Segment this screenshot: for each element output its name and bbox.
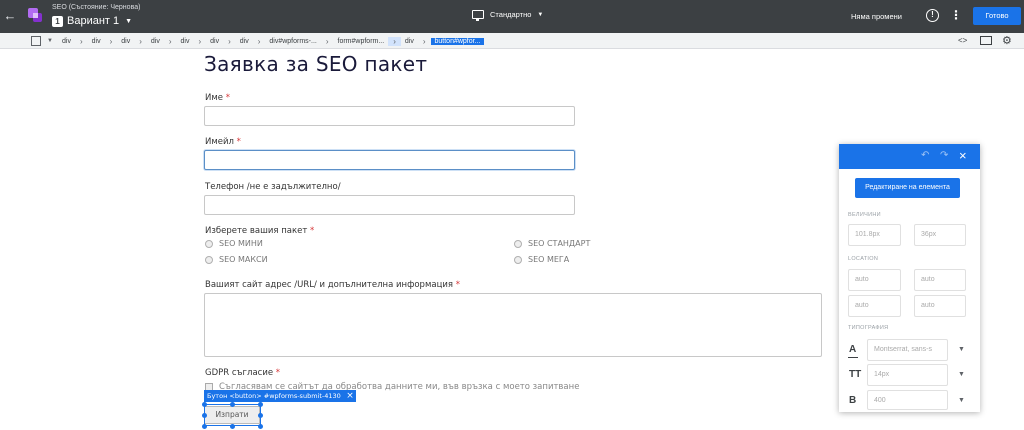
select-element-icon[interactable] — [31, 36, 41, 46]
radio-seo-maxi[interactable]: SEO МАКСИ — [205, 255, 268, 264]
chevron-right-icon: › — [109, 36, 113, 46]
name-label: Име * — [205, 93, 230, 103]
monitor-icon — [472, 10, 484, 21]
breadcrumb-item[interactable]: form#wpform... — [334, 38, 389, 45]
element-breadcrumb-bar: ▼ div › div › div › div › div › div › di… — [0, 33, 1024, 49]
site-info-textarea[interactable] — [204, 293, 822, 357]
site-info-label: Вашият сайт адрес /URL/ и допълнителна и… — [205, 280, 460, 290]
chevron-right-icon: › — [388, 36, 401, 46]
variant-number-badge: 1 — [52, 15, 63, 27]
gdpr-label: GDPR съгласие * — [205, 368, 281, 378]
size-section-title: ВЕЛИЧИНИ — [848, 212, 881, 218]
chevron-right-icon: › — [79, 36, 83, 46]
edit-element-button[interactable]: Редактиране на елемента — [855, 178, 960, 198]
resize-handle[interactable] — [230, 402, 235, 407]
resize-handle[interactable] — [202, 402, 207, 407]
caret-down-icon[interactable]: ▼ — [958, 368, 965, 382]
resize-handle[interactable] — [258, 424, 263, 429]
typography-section-title: ТИПОГРАФИЯ — [848, 325, 889, 331]
element-editor-panel: ↶ ↷ × Редактиране на елемента ВЕЛИЧИНИ 1… — [839, 144, 980, 412]
device-label: Стандартно — [490, 10, 532, 19]
package-label: Изберете вашия пакет * — [205, 226, 315, 236]
done-button[interactable]: Готово — [973, 7, 1021, 25]
width-field[interactable]: 101.8px — [848, 224, 901, 246]
chevron-right-icon: › — [325, 36, 329, 46]
chevron-right-icon: › — [198, 36, 202, 46]
font-size-icon: T​T — [849, 369, 862, 380]
variant-selector[interactable]: 1 Вариант 1 ▼ — [52, 14, 132, 28]
height-field[interactable]: 36px — [914, 224, 966, 246]
breadcrumb-item[interactable]: div — [401, 38, 418, 45]
radio-seo-mega[interactable]: SEO МЕГА — [514, 255, 569, 264]
chevron-right-icon: › — [228, 36, 231, 46]
code-icon[interactable]: <> — [958, 35, 967, 47]
resize-handle[interactable] — [202, 424, 207, 429]
redo-icon[interactable]: ↷ — [940, 150, 948, 162]
location-left-field[interactable]: auto — [914, 295, 966, 317]
caret-down-icon[interactable]: ▼ — [47, 35, 53, 47]
radio-circle — [514, 255, 522, 264]
location-bottom-field[interactable]: auto — [848, 295, 901, 317]
resize-handle[interactable] — [258, 402, 263, 407]
font-family-icon: A — [849, 344, 857, 355]
location-top-field[interactable]: auto — [848, 269, 901, 291]
breadcrumb-item[interactable]: div — [58, 38, 75, 45]
location-section-title: LOCATION — [848, 256, 879, 262]
email-label: Имейл * — [205, 137, 241, 147]
font-weight-icon: B — [849, 395, 857, 406]
panel-header: ↶ ↷ × — [839, 144, 980, 169]
gear-icon[interactable]: ⚙ — [1002, 34, 1012, 48]
radio-seo-standard[interactable]: SEO СТАНДАРТ — [514, 239, 590, 248]
location-right-field[interactable]: auto — [914, 269, 966, 291]
device-selector[interactable]: Стандартно ▼ — [472, 10, 544, 21]
optimize-logo-icon — [28, 8, 42, 22]
font-weight-select[interactable]: 400 — [867, 390, 948, 410]
breadcrumb-item[interactable]: div — [236, 38, 253, 45]
chevron-right-icon: › — [168, 36, 172, 46]
caret-down-icon[interactable]: ▼ — [958, 343, 965, 357]
phone-label: Телефон /не е задължително/ — [205, 182, 341, 192]
underline-divider — [848, 357, 858, 358]
radio-circle — [514, 239, 522, 248]
save-status: Няма промени — [851, 12, 902, 21]
resize-handle[interactable] — [258, 413, 263, 418]
phone-field[interactable] — [204, 195, 575, 215]
breadcrumb-item[interactable]: div — [206, 38, 223, 45]
breadcrumb-item[interactable]: div — [88, 38, 105, 45]
experiment-title: SEO (Състояние: Чернова) — [52, 4, 141, 11]
breadcrumb-item[interactable]: div — [147, 38, 164, 45]
resize-handle[interactable] — [202, 413, 207, 418]
radio-circle — [205, 255, 213, 264]
info-icon[interactable]: ! — [926, 9, 939, 22]
breadcrumb-item[interactable]: div — [117, 38, 134, 45]
font-family-select[interactable]: Montserrat, sans-s — [867, 339, 948, 361]
selection-outline — [204, 404, 261, 426]
chevron-right-icon: › — [257, 36, 261, 46]
caret-down-icon[interactable]: ▼ — [958, 394, 965, 408]
name-field[interactable] — [204, 106, 575, 126]
back-arrow-icon[interactable]: ← — [2, 8, 18, 24]
close-icon[interactable]: × — [959, 148, 967, 164]
selected-element-tag: Бутон <button> #wpforms-submit-4130 — [204, 390, 344, 402]
breadcrumb: div › div › div › div › div › div › div … — [58, 33, 485, 49]
resize-handle[interactable] — [230, 424, 235, 429]
breadcrumb-item-selected[interactable]: button#wpfor... — [430, 37, 485, 45]
chevron-right-icon: › — [422, 36, 426, 46]
email-field[interactable] — [204, 150, 575, 170]
undo-icon[interactable]: ↶ — [921, 150, 929, 162]
breadcrumb-item[interactable]: div — [177, 38, 194, 45]
font-size-select[interactable]: 14px — [867, 364, 948, 386]
close-icon[interactable]: × — [344, 390, 356, 402]
chevron-right-icon: › — [139, 36, 142, 46]
caret-down-icon: ▼ — [537, 11, 544, 18]
form-title: Заявка за SEO пакет — [204, 52, 428, 76]
edit-mode-icon[interactable] — [980, 36, 992, 45]
editor-top-bar: ← SEO (Състояние: Чернова) 1 Вариант 1 ▼… — [0, 0, 1024, 33]
breadcrumb-item[interactable]: div#wpforms-... — [265, 38, 320, 45]
radio-circle — [205, 239, 213, 248]
more-vert-icon[interactable]: ⋮ — [950, 8, 962, 22]
variant-name: Вариант 1 — [67, 15, 120, 27]
caret-down-icon: ▼ — [125, 17, 133, 25]
radio-seo-mini[interactable]: SEO МИНИ — [205, 239, 263, 248]
